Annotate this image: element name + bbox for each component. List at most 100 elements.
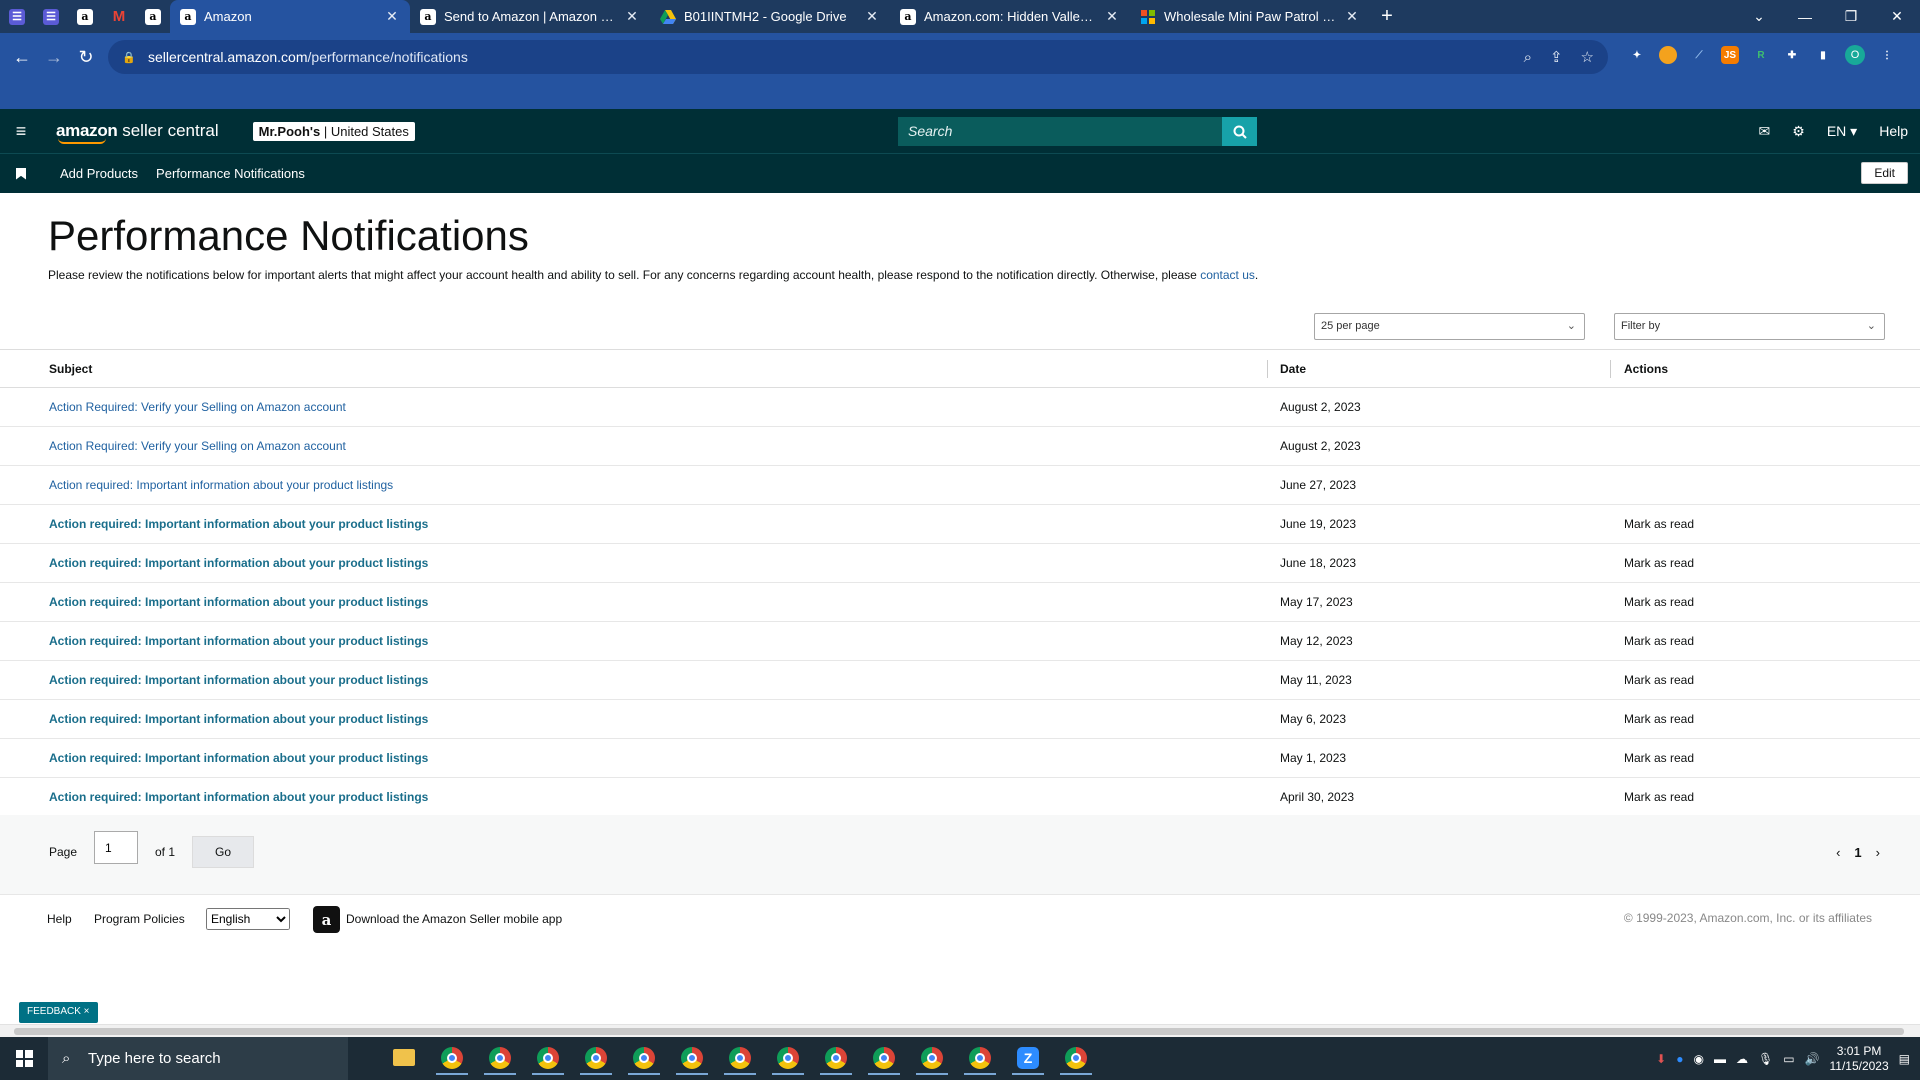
chrome-icon[interactable] xyxy=(772,1043,804,1075)
zoom-tray-icon[interactable]: ● xyxy=(1676,1052,1683,1066)
extension-icon[interactable]: JS xyxy=(1721,46,1739,64)
hamburger-menu-icon[interactable]: ≡ xyxy=(0,121,42,142)
notification-subject-link[interactable]: Action Required: Verify your Selling on … xyxy=(49,400,346,414)
footer-policies-link[interactable]: Program Policies xyxy=(94,912,185,926)
browser-tab[interactable]: B01IINTMH2 - Google Drive ✕ xyxy=(650,0,890,33)
chrome-icon[interactable] xyxy=(532,1043,564,1075)
chrome-tray-icon[interactable]: ◉ xyxy=(1693,1052,1703,1066)
scrollbar-thumb[interactable] xyxy=(14,1028,1904,1035)
language-selector[interactable]: EN ▾ xyxy=(1827,123,1857,140)
download-app-link[interactable]: Download the Amazon Seller mobile app xyxy=(346,912,562,926)
mark-as-read-action[interactable]: Mark as read xyxy=(1610,777,1920,817)
browser-tab[interactable]: a Amazon.com: Hidden Valley, Ran ✕ xyxy=(890,0,1130,33)
gear-icon[interactable]: ⚙ xyxy=(1792,123,1805,140)
per-page-select[interactable]: 25 per page ⌄ xyxy=(1314,313,1585,340)
taskbar-search-input[interactable]: ⌕ Type here to search xyxy=(48,1037,348,1080)
notification-subject-link[interactable]: Action required: Important information a… xyxy=(49,712,428,726)
notification-subject-link[interactable]: Action Required: Verify your Selling on … xyxy=(49,439,346,453)
notification-subject-link[interactable]: Action required: Important information a… xyxy=(49,790,428,804)
windows-start-button[interactable] xyxy=(0,1037,48,1080)
notification-subject-link[interactable]: Action required: Important information a… xyxy=(49,556,428,570)
reload-icon[interactable]: ↻ xyxy=(72,43,100,71)
footer-language-select[interactable]: English xyxy=(206,908,290,930)
restore-icon[interactable]: ❐ xyxy=(1828,0,1874,33)
chrome-icon[interactable] xyxy=(676,1043,708,1075)
mark-as-read-action[interactable]: Mark as read xyxy=(1610,543,1920,583)
chevron-left-icon[interactable]: ‹ xyxy=(1836,845,1840,860)
zoom-icon[interactable]: ⌕ xyxy=(1524,49,1532,66)
close-icon[interactable]: ✕ xyxy=(1344,8,1360,25)
tray-app-icon[interactable]: ⬇ xyxy=(1656,1052,1666,1066)
microphone-icon[interactable]: 🎙 xyxy=(1758,1052,1773,1066)
notification-subject-link[interactable]: Action required: Important information a… xyxy=(49,634,428,648)
back-icon[interactable]: ← xyxy=(8,43,36,71)
chrome-icon[interactable] xyxy=(964,1043,996,1075)
close-icon[interactable]: ✕ xyxy=(384,8,400,25)
notification-subject-link[interactable]: Action required: Important information a… xyxy=(49,517,428,531)
feedback-button[interactable]: FEEDBACK × xyxy=(19,1002,98,1023)
zoom-app-icon[interactable]: Z xyxy=(1012,1043,1044,1075)
chrome-icon[interactable] xyxy=(724,1043,756,1075)
chrome-icon[interactable] xyxy=(628,1043,660,1075)
notification-subject-link[interactable]: Action required: Important information a… xyxy=(49,751,428,765)
tab-pinned-1[interactable]: ☰ xyxy=(0,0,34,33)
mark-as-read-action[interactable]: Mark as read xyxy=(1610,660,1920,700)
column-header-subject[interactable]: Subject xyxy=(0,349,1267,388)
extension-icon[interactable] xyxy=(1659,46,1677,64)
menu-kebab-icon[interactable]: ⋮ xyxy=(1878,46,1896,64)
tab-search-icon[interactable]: ⌄ xyxy=(1736,0,1782,33)
close-icon[interactable]: ✕ xyxy=(624,8,640,25)
volume-icon[interactable]: 🔊 xyxy=(1805,1052,1820,1066)
notification-subject-link[interactable]: Action required: Important information a… xyxy=(49,673,428,687)
cloud-icon[interactable]: ☁ xyxy=(1736,1052,1748,1066)
subnav-performance-notifications[interactable]: Performance Notifications xyxy=(156,166,305,181)
extension-icon[interactable]: ✦ xyxy=(1628,46,1646,64)
tab-pinned-2[interactable]: ☰ xyxy=(34,0,68,33)
notification-center-icon[interactable]: ▤ xyxy=(1899,1052,1910,1066)
forward-icon[interactable]: → xyxy=(40,43,68,71)
chrome-icon[interactable] xyxy=(868,1043,900,1075)
account-switcher[interactable]: Mr.Pooh's | United States xyxy=(252,121,415,141)
tab-pinned-5[interactable]: a xyxy=(136,0,170,33)
column-header-date[interactable]: Date xyxy=(1267,349,1610,388)
filter-select[interactable]: Filter by ⌄ xyxy=(1614,313,1885,340)
mark-as-read-action[interactable]: Mark as read xyxy=(1610,699,1920,739)
search-input[interactable]: Search xyxy=(898,117,1222,146)
network-icon[interactable]: ▭ xyxy=(1783,1052,1794,1066)
notification-subject-link[interactable]: Action required: Important information a… xyxy=(49,478,393,492)
share-icon[interactable]: ⇪ xyxy=(1550,48,1563,66)
bookmark-star-icon[interactable]: ☆ xyxy=(1581,48,1594,66)
minimize-icon[interactable]: — xyxy=(1782,0,1828,33)
edit-button[interactable]: Edit xyxy=(1861,162,1908,184)
contact-us-link[interactable]: contact us xyxy=(1200,268,1255,282)
file-explorer-icon[interactable] xyxy=(388,1043,420,1075)
search-button[interactable] xyxy=(1222,117,1257,146)
extension-icon[interactable]: ⟋ xyxy=(1690,46,1708,64)
tab-pinned-4[interactable]: M xyxy=(102,0,136,33)
browser-tab[interactable]: a Amazon ✕ xyxy=(170,0,410,33)
tab-pinned-3[interactable]: a xyxy=(68,0,102,33)
horizontal-scrollbar[interactable] xyxy=(0,1024,1920,1037)
current-page[interactable]: 1 xyxy=(1854,845,1861,860)
notification-subject-link[interactable]: Action required: Important information a… xyxy=(49,595,428,609)
chrome-icon[interactable] xyxy=(1060,1043,1092,1075)
close-icon[interactable]: ✕ xyxy=(864,8,880,25)
mark-as-read-action[interactable]: Mark as read xyxy=(1610,621,1920,661)
footer-help-link[interactable]: Help xyxy=(47,912,72,926)
browser-tab[interactable]: a Send to Amazon | Amazon Seller ✕ xyxy=(410,0,650,33)
extension-icon[interactable]: R xyxy=(1752,46,1770,64)
chrome-icon[interactable] xyxy=(820,1043,852,1075)
amazon-app-icon[interactable]: a xyxy=(313,906,340,933)
browser-tab[interactable]: Wholesale Mini Paw Patrol Guita ✕ xyxy=(1130,0,1370,33)
new-tab-button[interactable]: + xyxy=(1370,0,1404,33)
chrome-icon[interactable] xyxy=(916,1043,948,1075)
side-panel-icon[interactable]: ▮ xyxy=(1814,46,1832,64)
drive-tray-icon[interactable]: ▬ xyxy=(1714,1052,1726,1066)
chrome-icon[interactable] xyxy=(580,1043,612,1075)
mark-as-read-action[interactable]: Mark as read xyxy=(1610,504,1920,544)
seller-central-logo[interactable]: amazon seller central xyxy=(56,121,219,144)
mark-as-read-action[interactable]: Mark as read xyxy=(1610,738,1920,778)
chrome-icon[interactable] xyxy=(436,1043,468,1075)
help-link[interactable]: Help xyxy=(1879,123,1908,139)
chevron-right-icon[interactable]: › xyxy=(1876,845,1880,860)
